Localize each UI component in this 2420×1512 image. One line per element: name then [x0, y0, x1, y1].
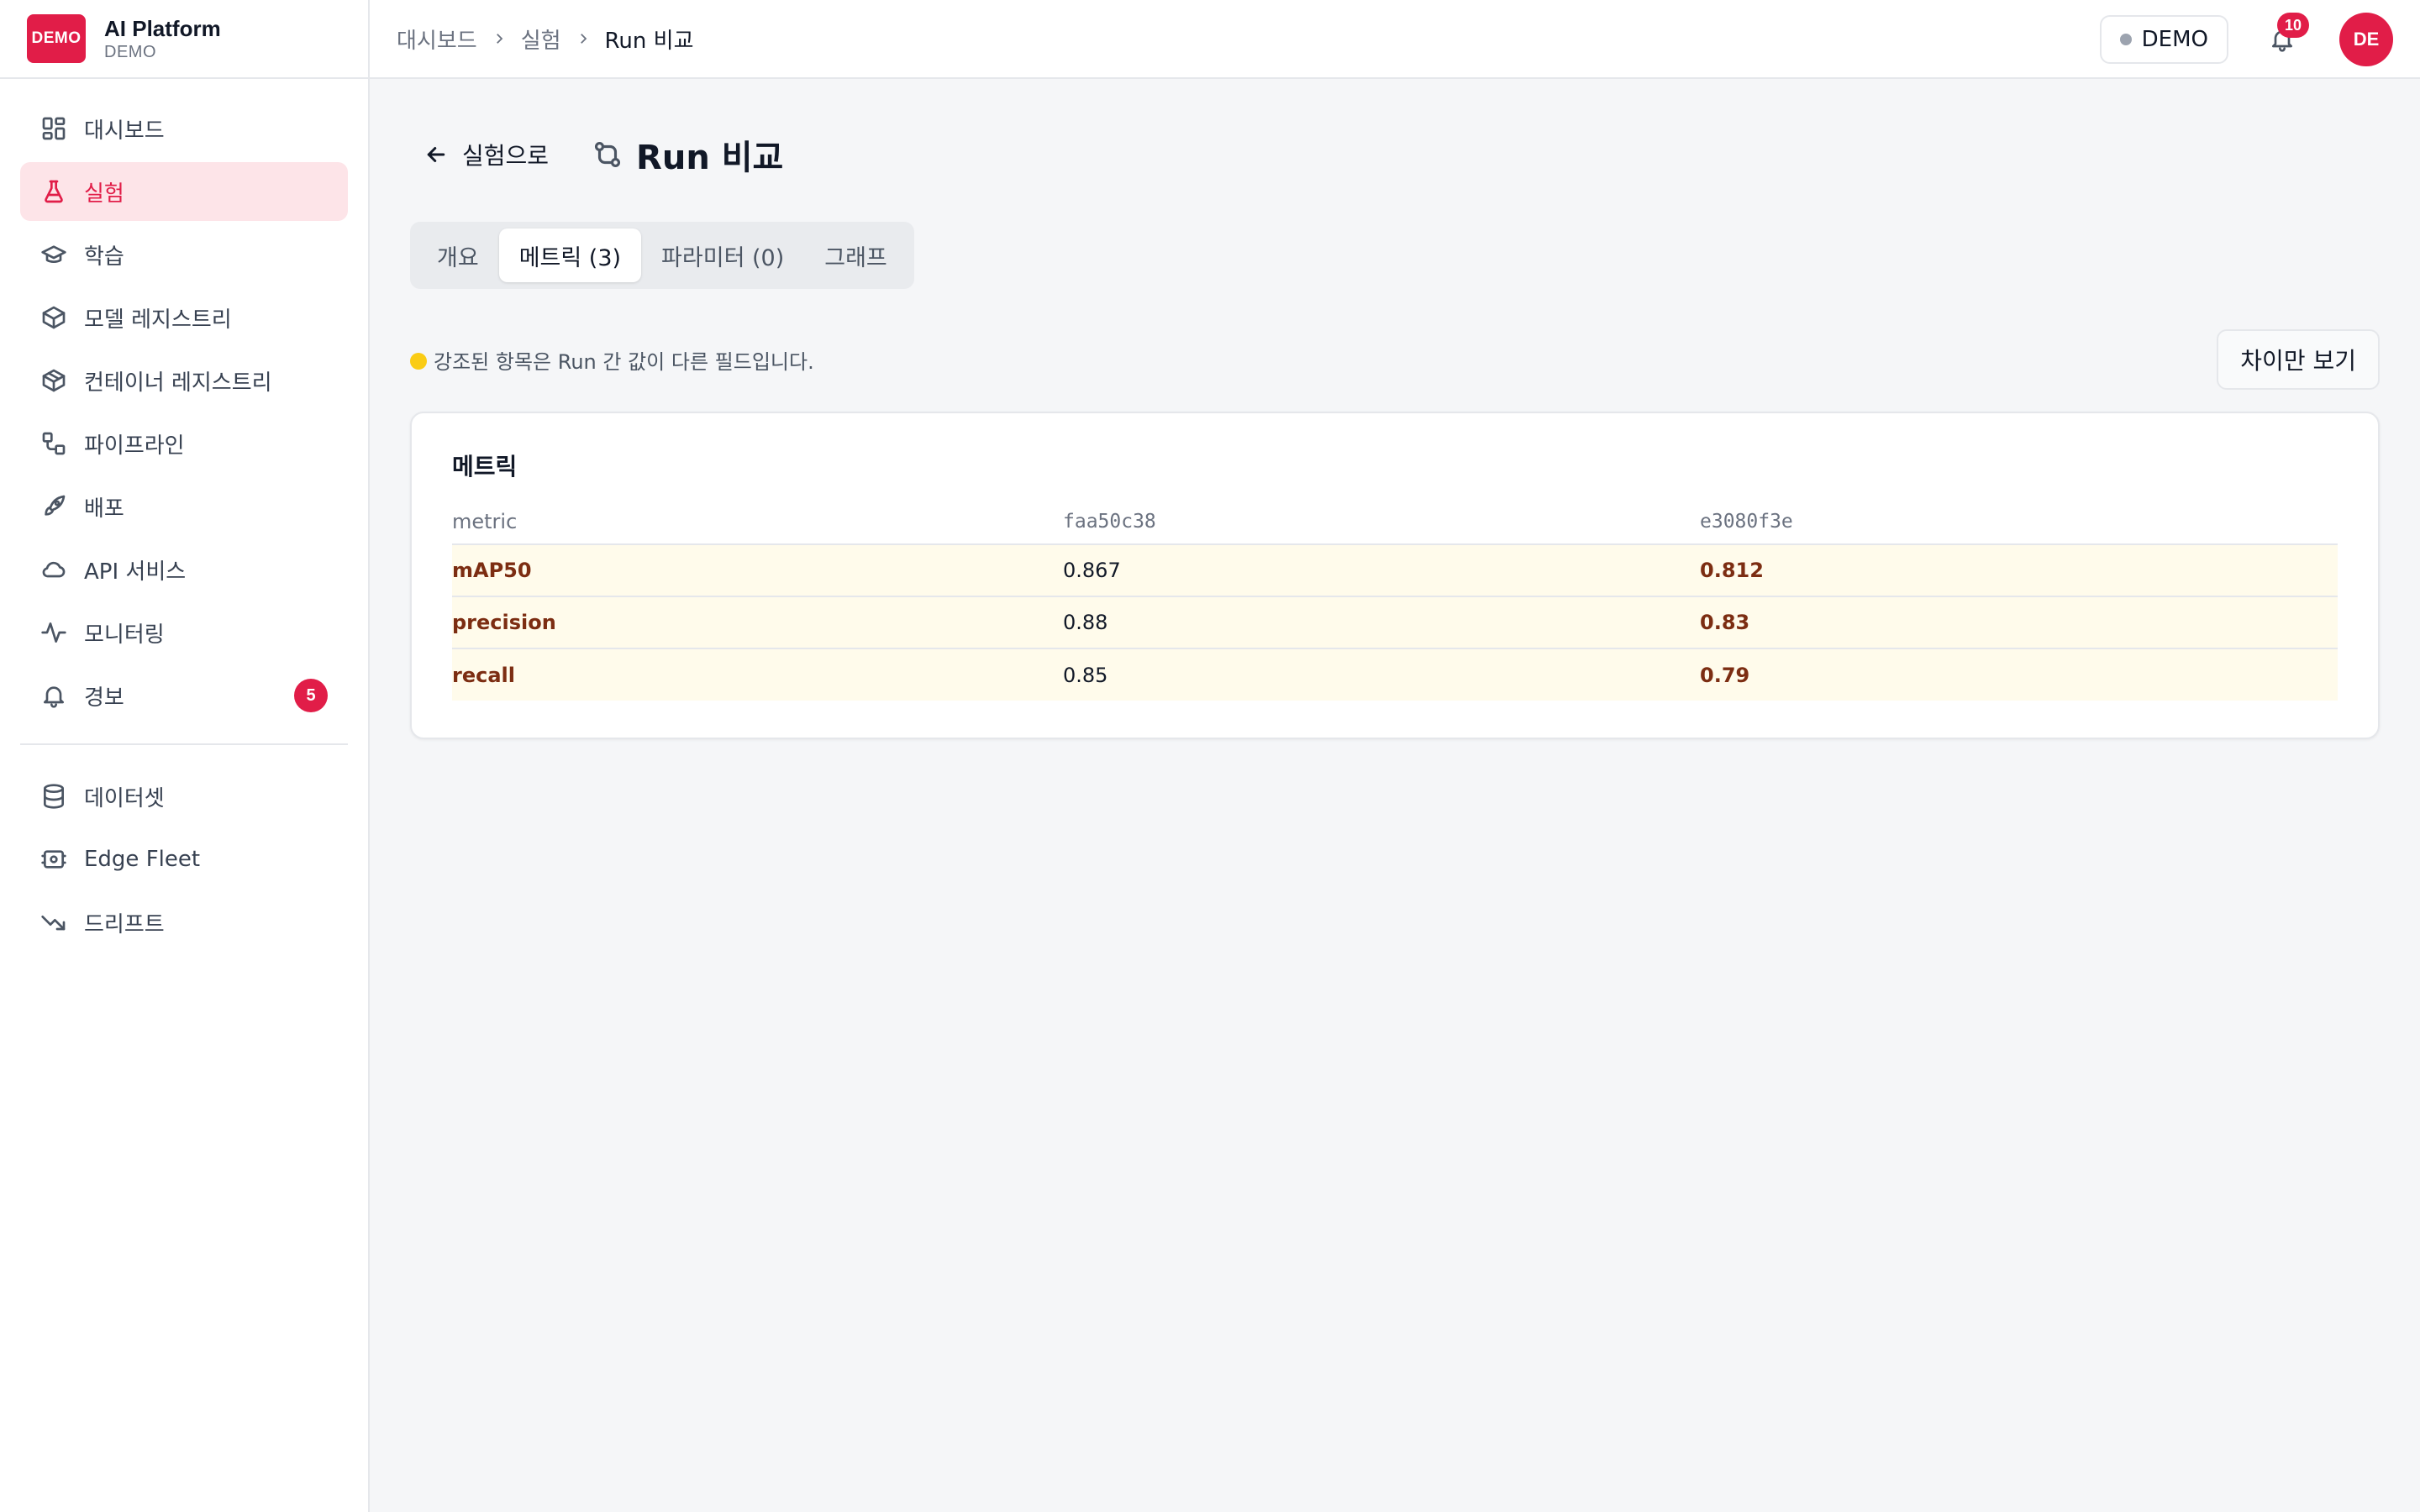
metric-name: recall	[452, 648, 1063, 701]
sidebar: DEMO AI Platform DEMO 대시보드 실험 학습 모델 레지스트…	[0, 0, 370, 1512]
sidebar-item-monitoring[interactable]: 모니터링	[20, 603, 348, 662]
breadcrumb-current: Run 비교	[604, 28, 694, 54]
metrics-table: metric faa50c38 e3080f3e mAP50 0.867 0.8…	[452, 499, 2338, 701]
environment-label: DEMO	[2141, 27, 2208, 52]
sidebar-item-label: 드리프트	[84, 911, 165, 937]
top-header: 대시보드 실험 Run 비교 DEMO 10 DE	[370, 0, 2420, 79]
sidebar-item-datasets[interactable]: 데이터셋	[20, 767, 348, 826]
notifications-button[interactable]: 10	[2262, 13, 2309, 60]
edge-device-icon	[40, 846, 67, 873]
breadcrumb-experiments[interactable]: 실험	[521, 24, 561, 55]
box-icon	[40, 304, 67, 331]
sidebar-item-edge-fleet[interactable]: Edge Fleet	[20, 830, 348, 889]
breadcrumb: 대시보드 실험 Run 비교	[397, 24, 694, 55]
tab-overview[interactable]: 개요	[417, 228, 499, 282]
database-icon	[40, 783, 67, 810]
sidebar-item-label: 경보	[84, 685, 124, 711]
sidebar-item-dashboard[interactable]: 대시보드	[20, 99, 348, 158]
tab-parameters[interactable]: 파라미터 (0)	[641, 228, 804, 282]
chevron-right-icon	[575, 30, 592, 47]
trending-down-icon	[40, 909, 67, 936]
metric-name: precision	[452, 596, 1063, 649]
brand[interactable]: DEMO AI Platform DEMO	[0, 0, 368, 79]
sidebar-item-label: Edge Fleet	[84, 847, 201, 872]
sidebar-item-drift[interactable]: 드리프트	[20, 893, 348, 952]
table-row: mAP50 0.867 0.812	[452, 544, 2338, 597]
sidebar-item-deploy[interactable]: 배포	[20, 477, 348, 536]
tab-graph[interactable]: 그래프	[804, 228, 908, 282]
column-header-run-a: faa50c38	[1063, 499, 1700, 545]
brand-subtitle: DEMO	[104, 43, 156, 61]
breadcrumb-dashboard[interactable]: 대시보드	[397, 24, 477, 55]
column-header-metric: metric	[452, 499, 1063, 545]
environment-status-dot	[2119, 34, 2132, 45]
card-title: 메트릭	[452, 453, 518, 480]
metrics-card: 메트릭 metric faa50c38 e3080f3e mAP50 0.867…	[410, 412, 2380, 739]
dashboard-icon	[40, 115, 67, 142]
sidebar-item-label: 데이터셋	[84, 785, 165, 811]
sidebar-item-training[interactable]: 학습	[20, 225, 348, 284]
chevron-right-icon	[491, 30, 508, 47]
workflow-icon	[40, 430, 67, 457]
run-a-value: 0.88	[1063, 596, 1700, 649]
package-icon	[40, 367, 67, 394]
compare-tabs: 개요 메트릭 (3) 파라미터 (0) 그래프	[410, 222, 914, 289]
rocket-icon	[40, 493, 67, 520]
git-compare-icon	[591, 138, 624, 171]
column-header-run-b: e3080f3e	[1700, 499, 2338, 545]
arrow-left-icon	[427, 147, 445, 162]
back-button-label: 실험으로	[462, 142, 550, 170]
table-row: recall 0.85 0.79	[452, 648, 2338, 701]
sidebar-item-alerts[interactable]: 경보 5	[20, 666, 348, 725]
sidebar-nav: 대시보드 실험 학습 모델 레지스트리 컨테이너 레지스트리 파이프라인 배포 …	[0, 79, 368, 952]
metric-name: mAP50	[452, 544, 1063, 597]
environment-selector[interactable]: DEMO	[2099, 15, 2228, 64]
highlight-legend-dot	[410, 353, 427, 370]
sidebar-item-label: 모니터링	[84, 622, 165, 648]
brand-title: AI Platform	[104, 16, 221, 41]
sidebar-item-experiments[interactable]: 실험	[20, 162, 348, 221]
sidebar-item-api-service[interactable]: API 서비스	[20, 540, 348, 599]
tab-metrics[interactable]: 메트릭 (3)	[498, 228, 642, 282]
highlight-note: 강조된 항목은 Run 간 값이 다른 필드입니다.	[434, 349, 814, 374]
brand-logo: DEMO	[27, 14, 86, 63]
sidebar-item-label: 실험	[84, 181, 124, 207]
back-to-experiments-button[interactable]: 실험으로	[410, 129, 562, 180]
run-b-value: 0.812	[1700, 544, 2338, 597]
sidebar-item-label: 모델 레지스트리	[84, 307, 232, 333]
sidebar-item-label: API 서비스	[84, 559, 187, 585]
run-b-value: 0.83	[1700, 596, 2338, 649]
user-avatar[interactable]: DE	[2339, 13, 2393, 66]
sidebar-item-label: 배포	[84, 496, 124, 522]
run-a-value: 0.867	[1063, 544, 1700, 597]
page-title: Run 비교	[636, 139, 784, 177]
run-b-value: 0.79	[1700, 648, 2338, 701]
bell-icon	[40, 682, 67, 709]
sidebar-item-label: 컨테이너 레지스트리	[84, 370, 272, 396]
notification-count-badge: 10	[2277, 13, 2309, 38]
sidebar-item-label: 대시보드	[84, 118, 165, 144]
sidebar-item-model-registry[interactable]: 모델 레지스트리	[20, 288, 348, 347]
table-header-row: metric faa50c38 e3080f3e	[452, 499, 2338, 545]
graduation-cap-icon	[40, 241, 67, 268]
sidebar-item-pipeline[interactable]: 파이프라인	[20, 414, 348, 473]
table-row: precision 0.88 0.83	[452, 596, 2338, 649]
cloud-icon	[40, 556, 67, 583]
sidebar-item-label: 학습	[84, 244, 124, 270]
run-a-value: 0.85	[1063, 648, 1700, 701]
show-differences-only-button[interactable]: 차이만 보기	[2217, 329, 2380, 390]
activity-icon	[40, 619, 67, 646]
sidebar-item-container-registry[interactable]: 컨테이너 레지스트리	[20, 351, 348, 410]
sidebar-item-label: 파이프라인	[84, 433, 185, 459]
sidebar-divider	[20, 743, 348, 745]
flask-icon	[40, 178, 67, 205]
alerts-count-badge: 5	[294, 679, 328, 712]
